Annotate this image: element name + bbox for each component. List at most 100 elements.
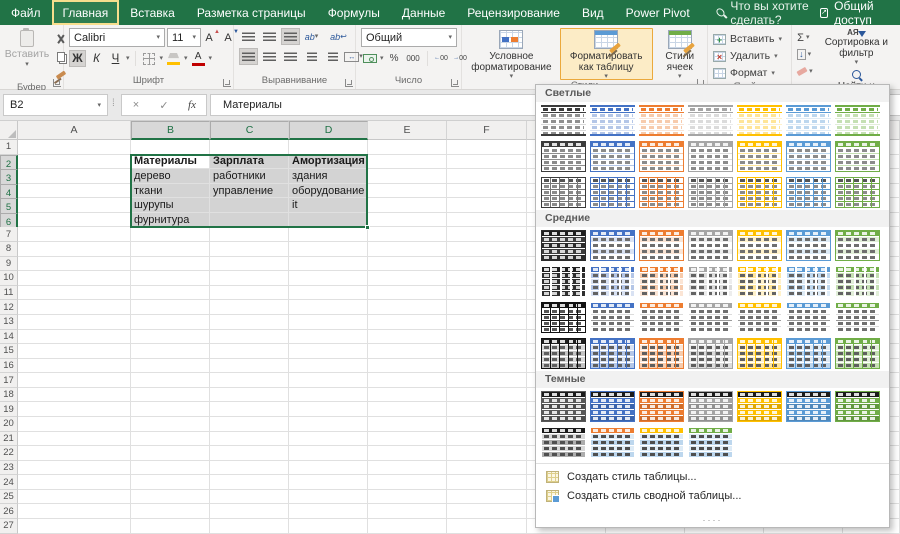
grid-cell[interactable] [210, 461, 289, 476]
table-style-thumbnail[interactable] [541, 141, 586, 172]
grid-cell[interactable] [131, 373, 210, 388]
chevron-down-icon[interactable]: ▾ [380, 55, 384, 62]
table-style-thumbnail[interactable] [590, 302, 635, 333]
grid-cell[interactable] [289, 227, 368, 242]
table-style-thumbnail[interactable] [639, 427, 684, 458]
chevron-down-icon[interactable]: ▾ [160, 55, 164, 62]
grid-cell[interactable] [447, 475, 527, 490]
table-style-thumbnail[interactable] [590, 230, 635, 261]
wrap-text-button[interactable]: ab↩ [329, 28, 348, 45]
grid-cell[interactable] [447, 271, 527, 286]
grid-cell[interactable] [447, 169, 527, 184]
table-style-thumbnail[interactable] [786, 302, 831, 333]
table-style-thumbnail[interactable] [737, 141, 782, 172]
grid-cell[interactable]: шурупы [131, 198, 210, 213]
row-header[interactable]: 26 [0, 504, 18, 519]
grid-cell[interactable] [210, 344, 289, 359]
grid-cell[interactable] [368, 519, 447, 534]
column-header[interactable]: A [18, 121, 131, 140]
table-style-thumbnail[interactable] [639, 177, 684, 208]
row-header[interactable]: 27 [0, 519, 18, 534]
row-header[interactable]: 25 [0, 490, 18, 505]
grid-cell[interactable] [289, 213, 368, 228]
ribbon-tab[interactable]: Данные [391, 0, 456, 25]
grid-cell[interactable] [368, 475, 447, 490]
grid-cell[interactable]: it [289, 198, 368, 213]
chevron-down-icon[interactable]: ▾ [184, 55, 188, 62]
table-style-thumbnail[interactable] [639, 391, 684, 422]
grid-cell[interactable] [131, 344, 210, 359]
grid-cell[interactable] [210, 198, 289, 213]
grid-cell[interactable] [131, 402, 210, 417]
table-style-thumbnail[interactable] [737, 266, 782, 297]
grid-cell[interactable] [18, 227, 131, 242]
grid-cell[interactable] [18, 140, 131, 155]
column-header[interactable]: B [131, 121, 210, 140]
grid-cell[interactable]: дерево [131, 169, 210, 184]
grid-cell[interactable] [131, 446, 210, 461]
grid-cell[interactable] [289, 271, 368, 286]
number-dialog-launcher[interactable] [451, 79, 459, 87]
table-style-thumbnail[interactable] [590, 141, 635, 172]
column-header[interactable]: D [289, 121, 368, 140]
grid-cell[interactable] [18, 519, 131, 534]
grid-cell[interactable] [447, 257, 527, 272]
table-style-thumbnail[interactable] [688, 338, 733, 369]
grid-cell[interactable] [18, 242, 131, 257]
grid-cell[interactable] [18, 184, 131, 199]
grid-cell[interactable] [131, 330, 210, 345]
table-style-thumbnail[interactable] [590, 105, 635, 136]
grid-cell[interactable] [131, 417, 210, 432]
grid-cell[interactable] [131, 140, 210, 155]
decrease-indent-button[interactable] [302, 48, 321, 65]
column-header[interactable]: F [447, 121, 527, 140]
table-style-thumbnail[interactable] [541, 266, 586, 297]
grid-cell[interactable] [18, 213, 131, 228]
grid-cell[interactable] [18, 388, 131, 403]
grid-cell[interactable] [210, 315, 289, 330]
ribbon-tab[interactable]: Вид [571, 0, 615, 25]
grid-cell[interactable] [289, 504, 368, 519]
table-style-thumbnail[interactable] [786, 338, 831, 369]
row-header[interactable]: 11 [0, 286, 18, 301]
grid-cell[interactable] [368, 271, 447, 286]
grid-cell[interactable] [447, 504, 527, 519]
table-style-thumbnail[interactable] [590, 177, 635, 208]
format-cells-button[interactable]: Формат▾ [713, 65, 782, 81]
grid-cell[interactable] [368, 402, 447, 417]
accounting-format-button[interactable] [361, 50, 378, 67]
row-header[interactable]: 22 [0, 446, 18, 461]
name-box[interactable]: B2▾ [3, 94, 108, 116]
grid-cell[interactable] [447, 140, 527, 155]
table-style-thumbnail[interactable] [541, 427, 586, 458]
grid-cell[interactable] [210, 213, 289, 228]
grid-cell[interactable] [368, 373, 447, 388]
conditional-formatting-button[interactable]: Условное форматирование▾ [467, 28, 556, 80]
table-style-thumbnail[interactable] [688, 391, 733, 422]
table-style-thumbnail[interactable] [590, 391, 635, 422]
grid-cell[interactable]: здания [289, 169, 368, 184]
grid-cell[interactable] [447, 519, 527, 534]
grid-cell[interactable] [289, 446, 368, 461]
grid-cell[interactable] [289, 475, 368, 490]
table-style-thumbnail[interactable] [639, 338, 684, 369]
grid-cell[interactable] [131, 504, 210, 519]
sort-filter-button[interactable]: АЯ Сортировка и фильтр▾ [817, 28, 896, 67]
table-style-thumbnail[interactable] [688, 177, 733, 208]
grid-cell[interactable] [368, 417, 447, 432]
grid-cell[interactable] [368, 461, 447, 476]
formula-bar-resize-handle[interactable]: ⁞ [112, 98, 115, 109]
table-style-thumbnail[interactable] [835, 177, 880, 208]
row-header[interactable]: 20 [0, 417, 18, 432]
increase-decimal-button[interactable]: ←00 [433, 50, 450, 67]
grid-cell[interactable] [447, 461, 527, 476]
grid-cell[interactable] [447, 198, 527, 213]
grid-cell[interactable] [18, 344, 131, 359]
column-header[interactable]: E [368, 121, 447, 140]
grid-cell[interactable] [289, 432, 368, 447]
grid-cell[interactable] [447, 227, 527, 242]
table-style-thumbnail[interactable] [639, 141, 684, 172]
number-format-combobox[interactable]: Общий▾ [361, 28, 457, 47]
grid-cell[interactable] [368, 184, 447, 199]
row-header[interactable]: 13 [0, 315, 18, 330]
